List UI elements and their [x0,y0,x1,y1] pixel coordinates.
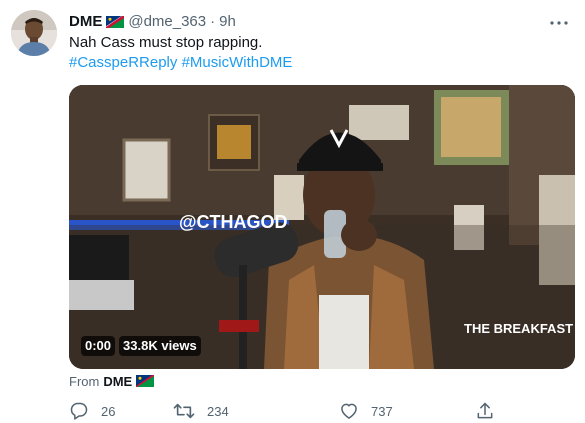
retweet-count: 234 [207,403,229,419]
tweet-header: DME @dme_363 · 9h [69,11,236,31]
video-stats: 0:00 33.8K views [81,336,201,356]
video-timestamp: 0:00 [81,336,116,356]
view-count: 33.8K views [119,336,201,356]
action-bar: 26 234 737 [69,400,499,422]
like-button[interactable]: 737 [339,400,393,422]
tweet-time[interactable]: 9h [219,13,236,30]
namibia-flag-icon [136,375,155,387]
reply-button[interactable]: 26 [69,400,115,422]
avatar[interactable] [11,10,57,56]
video-frame: @CTHAGOD THE BREAKFAST CLUB [69,85,575,369]
source-line: From DME [69,372,155,390]
tweet[interactable]: DME @dme_363 · 9h Nah Cass must stop rap… [0,0,585,423]
namibia-flag-icon [105,15,126,29]
share-icon [475,401,495,421]
hashtag-link[interactable]: #CasspeRReply [69,54,177,71]
like-count: 737 [371,403,393,419]
video-player[interactable]: @CTHAGOD THE BREAKFAST CLUB [69,85,575,369]
heart-icon [339,401,359,421]
reply-icon [69,401,89,421]
hashtag-link[interactable]: #MusicWithDME [182,54,293,71]
more-button[interactable] [547,9,571,33]
source-prefix: From [69,373,100,389]
author-handle[interactable]: @dme_363 [128,13,206,30]
separator-dot: · [210,12,216,30]
hashtag-line: #CasspeRReply #MusicWithDME [69,53,569,73]
retweet-button[interactable]: 234 [173,400,229,422]
retweet-icon [173,401,195,421]
share-button[interactable] [475,400,495,422]
more-dots-icon [550,12,568,30]
source-name[interactable]: DME [103,374,132,389]
reply-count: 26 [101,403,116,419]
watermark-text: THE BREAKFAST CLUB [464,321,575,336]
author-name[interactable]: DME [69,13,102,30]
tweet-text: Nah Cass must stop rapping. #CasspeRRepl… [69,33,569,73]
overlay-handle: @CTHAGOD [179,212,288,232]
tweet-body: Nah Cass must stop rapping. [69,34,263,51]
